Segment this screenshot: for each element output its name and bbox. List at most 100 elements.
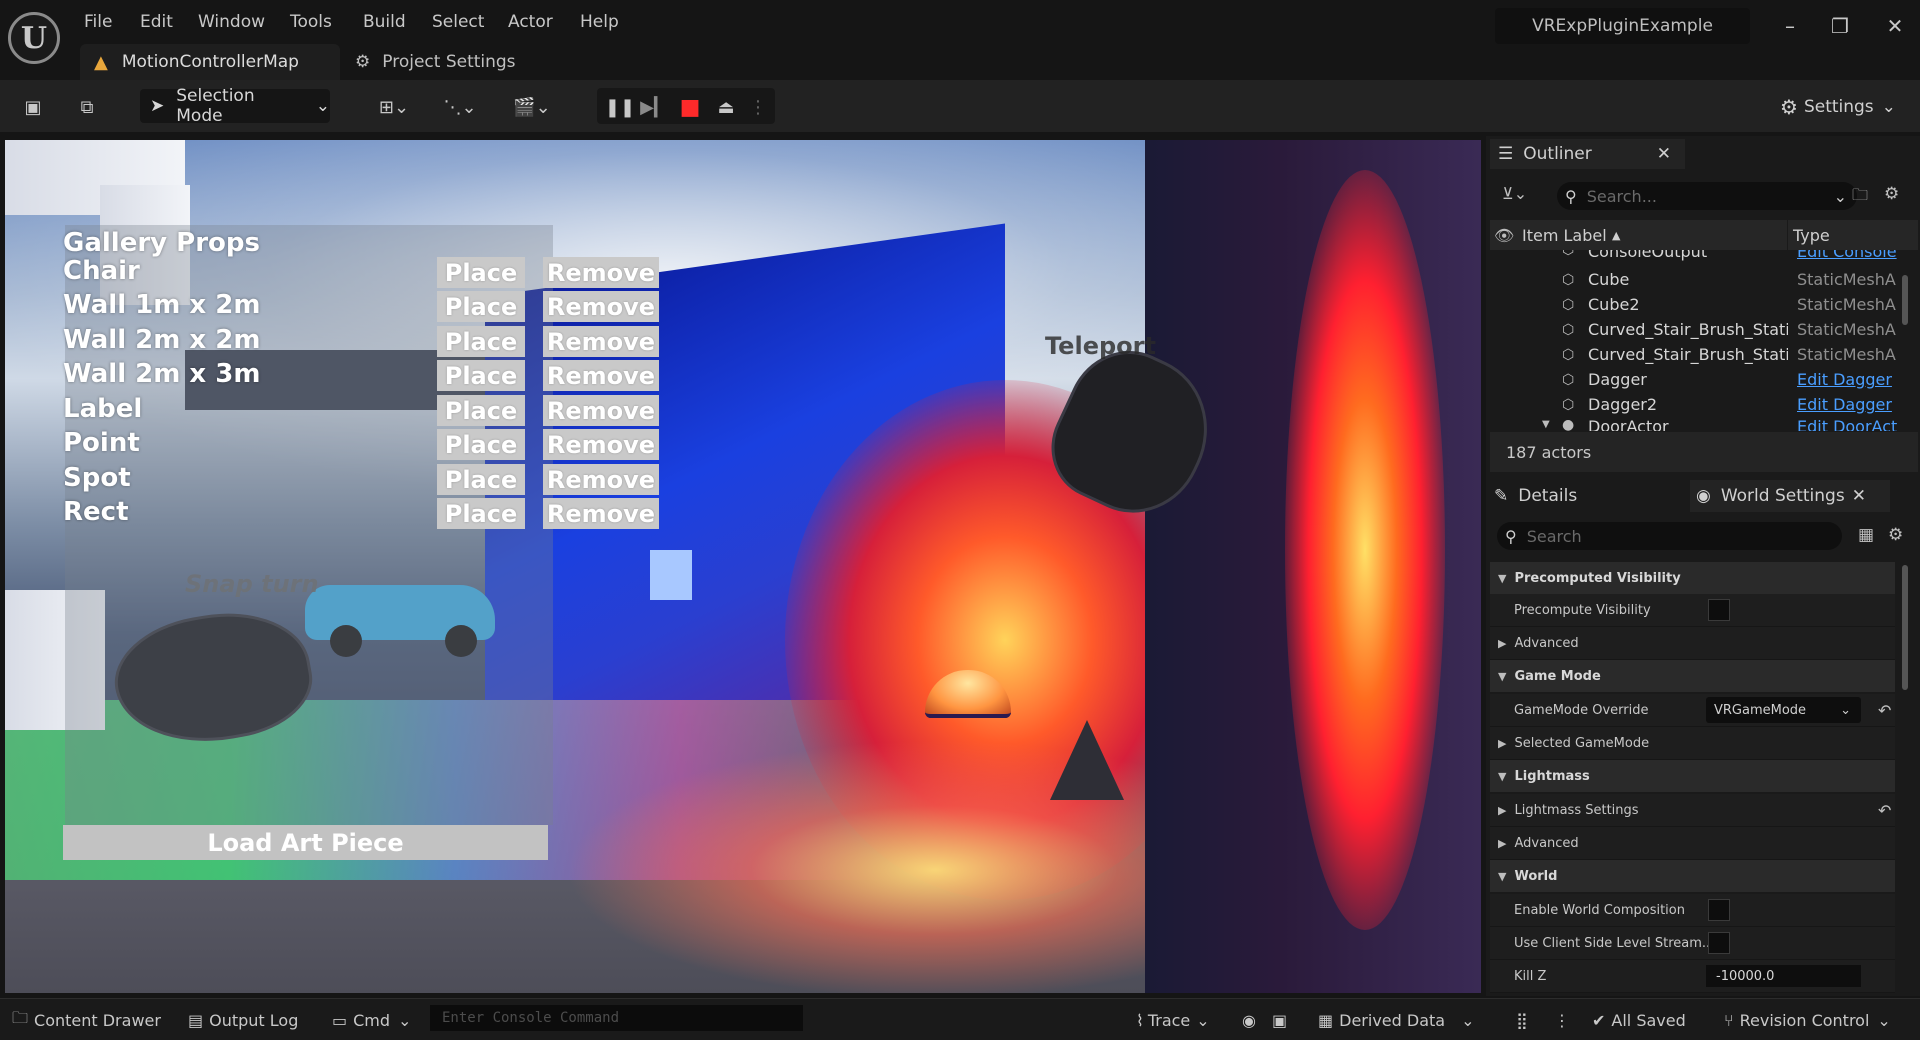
menu-build[interactable]: Build — [363, 12, 406, 32]
reset-to-default-icon[interactable]: ↶ — [1878, 701, 1891, 720]
browse-icon[interactable]: ⧉ — [72, 92, 102, 122]
cinematics-icon[interactable]: 🎬⌄ — [508, 92, 556, 122]
revision-control-dropdown[interactable]: ⑂ Revision Control ⌄ — [1724, 1008, 1891, 1032]
category-precomputed-visibility[interactable]: ▼ Precomputed Visibility — [1490, 562, 1895, 594]
remove-button[interactable]: Remove — [543, 395, 659, 426]
blueprint-icon[interactable]: ⋱⌄ — [436, 92, 484, 122]
selection-mode-dropdown[interactable]: ➤ Selection Mode ⌄ — [140, 86, 330, 126]
expand-arrow-icon[interactable]: ▼ — [1542, 419, 1550, 430]
property-advanced[interactable]: ▶ Advanced — [1490, 627, 1895, 660]
minimize-icon[interactable]: – — [1775, 14, 1805, 38]
row-type[interactable]: Edit Console — [1797, 250, 1918, 261]
level-viewport[interactable]: Teleport Snap turn Gallery Props Chair W… — [5, 140, 1481, 993]
menu-help[interactable]: Help — [580, 12, 619, 32]
tab-motion-controller-map[interactable]: ▲ MotionControllerMap — [80, 44, 340, 80]
property-advanced-lightmass[interactable]: ▶ Advanced — [1490, 827, 1895, 860]
menu-actor[interactable]: Actor — [508, 12, 553, 32]
close-icon[interactable]: ✕ — [1852, 486, 1866, 506]
outliner-row[interactable]: ⬡ Curved_Stair_Brush_Static StaticMeshA — [1490, 317, 1918, 342]
close-icon[interactable]: ✕ — [1880, 14, 1910, 38]
property-selected-gamemode[interactable]: ▶ Selected GameMode — [1490, 727, 1895, 760]
console-command-input[interactable]: Enter Console Command — [430, 1005, 803, 1031]
kill-z-input[interactable]: -10000.0 — [1706, 965, 1861, 987]
remove-button[interactable]: Remove — [543, 464, 659, 495]
place-button[interactable]: Place — [437, 291, 525, 322]
reset-to-default-icon[interactable]: ↶ — [1878, 801, 1891, 820]
row-type[interactable]: Edit Dagger — [1797, 395, 1920, 414]
outliner-row[interactable]: ▼ ● DoorActor Edit DoorAct — [1490, 417, 1918, 431]
close-icon[interactable]: ✕ — [1657, 144, 1671, 164]
category-lightmass[interactable]: ▼ Lightmass — [1490, 760, 1895, 792]
content-drawer-button[interactable]: 🗀 Content Drawer — [12, 1008, 161, 1032]
tab-project-settings[interactable]: ⚙ Project Settings — [355, 44, 516, 80]
stop-icon[interactable]: ■ — [676, 92, 704, 122]
output-log-button[interactable]: ▤ Output Log — [188, 1008, 298, 1032]
table-view-icon[interactable]: ▦ — [1858, 525, 1874, 545]
trace-dropdown[interactable]: ⌇ Trace ⌄ — [1136, 1008, 1210, 1032]
cmd-dropdown[interactable]: ▭ Cmd ⌄ — [332, 1008, 411, 1032]
derived-data-dropdown[interactable]: ▦ Derived Data ⌄ — [1318, 1008, 1474, 1032]
row-type[interactable]: Edit DoorAct — [1797, 417, 1918, 431]
place-button[interactable]: Place — [437, 395, 525, 426]
save-icon[interactable]: ▣ — [18, 92, 48, 122]
menu-select[interactable]: Select — [432, 12, 484, 32]
load-art-piece-button[interactable]: Load Art Piece — [63, 825, 548, 860]
more-options-icon[interactable]: ⋮ — [748, 92, 768, 122]
activity-icon[interactable]: ⣿ — [1516, 1008, 1528, 1032]
visibility-icon[interactable]: 👁 — [1494, 226, 1514, 245]
use-client-side-checkbox[interactable] — [1708, 932, 1730, 954]
category-world[interactable]: ▼ World — [1490, 860, 1895, 892]
enable-world-composition-checkbox[interactable] — [1708, 899, 1730, 921]
outliner-search-input[interactable]: ⚲ Search... ⌄ — [1557, 182, 1857, 210]
place-button[interactable]: Place — [437, 464, 525, 495]
outliner-row[interactable]: ⬡ Curved_Stair_Brush_Static StaticMeshA — [1490, 342, 1918, 367]
outliner-row[interactable]: ⬡ Dagger2 Edit Dagger — [1490, 392, 1918, 417]
remove-button[interactable]: Remove — [543, 257, 659, 288]
column-type[interactable]: Type — [1793, 226, 1830, 245]
property-lightmass-settings[interactable]: ▶ Lightmass Settings ↶ — [1490, 794, 1895, 827]
more-options-icon[interactable]: ⋮ — [1554, 1008, 1570, 1032]
tab-outliner[interactable]: ☰ Outliner ✕ — [1490, 139, 1685, 169]
remove-button[interactable]: Remove — [543, 326, 659, 357]
menu-tools[interactable]: Tools — [290, 12, 332, 32]
outliner-scrollbar[interactable] — [1902, 275, 1908, 325]
remove-button[interactable]: Remove — [543, 291, 659, 322]
place-button[interactable]: Place — [437, 257, 525, 288]
details-scrollbar[interactable] — [1902, 565, 1908, 690]
column-item-label[interactable]: Item Label — [1522, 226, 1607, 245]
precompute-visibility-checkbox[interactable] — [1708, 599, 1730, 621]
all-saved-button[interactable]: ✔ All Saved — [1592, 1008, 1686, 1032]
menu-window[interactable]: Window — [198, 12, 265, 32]
add-folder-icon[interactable]: 🗀 — [1852, 184, 1868, 211]
filter-icon[interactable]: ⊻⌄ — [1502, 184, 1527, 203]
eject-icon[interactable]: ⏏ — [712, 92, 740, 122]
category-game-mode[interactable]: ▼ Game Mode — [1490, 660, 1895, 692]
unreal-logo-icon[interactable]: U — [8, 12, 60, 64]
record-icon[interactable]: ◉ — [1242, 1008, 1256, 1032]
place-button[interactable]: Place — [437, 326, 525, 357]
gear-icon[interactable]: ⚙ — [1888, 525, 1903, 545]
menu-file[interactable]: File — [84, 12, 112, 32]
restore-icon[interactable]: ❐ — [1825, 14, 1855, 38]
step-icon[interactable]: ▶▎ — [640, 92, 668, 122]
tab-world-settings[interactable]: ◉ World Settings ✕ — [1690, 480, 1890, 512]
remove-button[interactable]: Remove — [543, 429, 659, 460]
settings-button[interactable]: ⚙ Settings ⌄ — [1780, 92, 1896, 122]
outliner-row[interactable]: ⬡ Cube2 StaticMeshA — [1490, 292, 1918, 317]
remove-button[interactable]: Remove — [543, 360, 659, 391]
outliner-row[interactable]: ⬡ ConsoleOutput Edit Console — [1490, 250, 1918, 265]
outliner-row[interactable]: ⬡ Dagger Edit Dagger — [1490, 367, 1918, 392]
add-actor-icon[interactable]: ⊞⌄ — [370, 92, 418, 122]
tab-details[interactable]: ✎ Details — [1490, 480, 1577, 512]
remove-button[interactable]: Remove — [543, 498, 659, 529]
place-button[interactable]: Place — [437, 429, 525, 460]
menu-edit[interactable]: Edit — [140, 12, 173, 32]
outliner-row[interactable]: ⬡ Cube StaticMeshA — [1490, 267, 1918, 292]
place-button[interactable]: Place — [437, 360, 525, 391]
gear-icon[interactable]: ⚙ — [1884, 184, 1899, 204]
gamemode-override-dropdown[interactable]: VRGameMode ⌄ — [1706, 697, 1861, 723]
details-search-input[interactable]: ⚲ Search — [1497, 522, 1842, 550]
row-type[interactable]: Edit Dagger — [1797, 370, 1920, 389]
snapshot-icon[interactable]: ▣ — [1272, 1008, 1287, 1032]
pause-icon[interactable]: ❚❚ — [605, 92, 635, 122]
